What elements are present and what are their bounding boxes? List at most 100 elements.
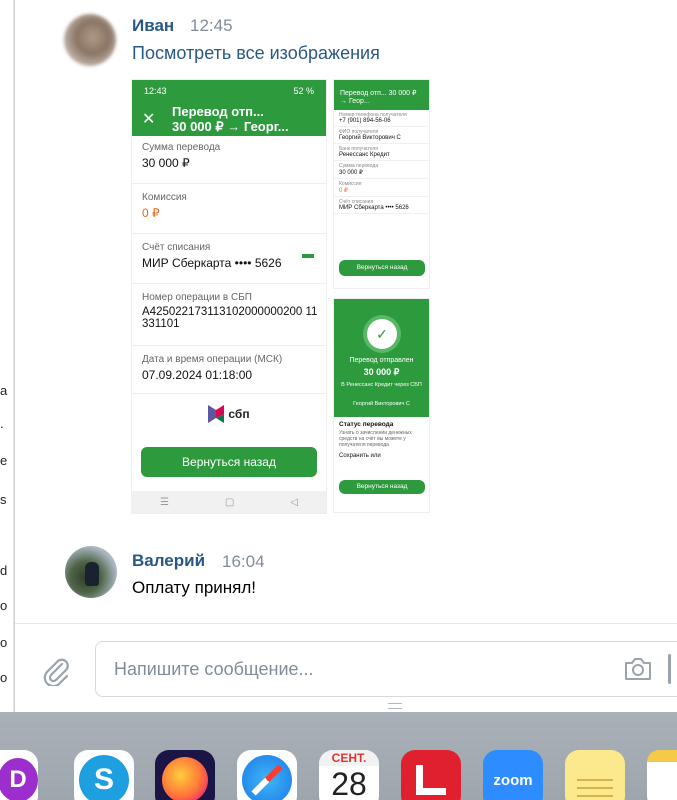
view-all-images-link[interactable]: Посмотреть все изображения [132,43,380,64]
message-time: 16:04 [222,552,265,571]
left-panel-strip: а . е s d о о о [0,0,14,712]
field-value: +7 (901) 894-56-06 [339,118,391,124]
strip-char: е [0,453,8,468]
save-label: Сохранить или [339,453,381,459]
transfer-field: ФИО получателя Георгий Викторович С [334,127,429,144]
red-app-icon[interactable] [401,750,461,800]
message-author[interactable]: Иван [132,16,174,36]
purple-d-icon: D [0,758,38,800]
home-icon: ▢ [224,496,235,508]
strip-char: а [0,383,8,398]
transfer-field: Сумма перевода 30 000 ₽ [132,136,326,184]
resize-handle[interactable] [388,703,402,709]
success-bank: В Ренессанс Кредит через СБП [341,382,422,388]
skype-icon[interactable]: S [74,750,134,800]
red-l-icon [416,765,446,795]
transfer-header: Перевод отп... 30 000 ₽ → Геор... [334,88,429,110]
calendar-month: СЕНТ. [319,750,379,766]
header-title: Перевод отп... [172,104,264,119]
zoom-label: zoom [493,771,533,789]
transfer-field: Номер телефона получателя +7 (901) 894-56… [334,110,429,127]
field-value: МИР Сберкарта •••• 5626 [142,256,282,270]
calendar-icon[interactable]: СЕНТ. 28 [319,750,379,800]
check-icon: ✓ [367,319,397,349]
field-label: Комиссия [142,192,187,203]
message-composer [95,641,677,697]
success-title: Перевод отправлен [349,357,414,364]
skype-glyph-icon: S [79,755,129,800]
status-text: Узнать о зачислении денежных средств на … [339,430,412,448]
zoom-icon[interactable]: zoom [483,750,543,800]
transfer-field: Комиссия 0 ₽ [334,179,429,197]
app-icon-purple[interactable]: D [0,750,38,800]
field-value: 07.09.2024 01:18:00 [142,368,253,382]
message-input[interactable] [114,656,594,682]
back-icon: ◁ [290,496,298,508]
notes-icon[interactable] [647,750,677,800]
phone-status-bar: 12:43 52 % [132,80,326,102]
field-value: 0 ₽ [142,206,160,220]
phone-nav-bar: ☰ ▢ ◁ [132,491,326,513]
strip-char: s [0,492,7,507]
transfer-field: Дата и время операции (МСК) 07.09.2024 0… [132,346,326,394]
strip-char: о [0,635,8,650]
transfer-field: Банк получателя Ренессанс Кредит [334,144,429,161]
back-button: Вернуться назад [141,447,317,477]
status-battery: 52 % [293,86,314,96]
field-label: Номер операции в СБП [142,292,252,303]
attached-image-2[interactable]: Перевод отп... 30 000 ₽ → Геор... Номер … [333,79,430,289]
success-panel: ✓ Перевод отправлен 30 000 ₽ В Ренессанс… [334,299,429,417]
status-section: Статус перевода Узнать о зачислении дене… [334,417,429,463]
chat-window: Иван 12:45 Посмотреть все изображения 12… [15,0,677,712]
status-time: 12:43 [144,86,167,96]
strip-char: d [0,563,8,578]
close-icon: ✕ [142,111,156,128]
success-amount: 30 000 ₽ [363,367,400,377]
firefox-glyph-icon [162,757,208,800]
avatar[interactable] [64,14,116,66]
field-label: Дата и время операции (МСК) [142,354,283,365]
stickies-icon[interactable] [565,750,625,800]
field-value: 30 000 ₽ [142,156,190,170]
transfer-field: Номер операции в СБП A425022173113102000… [132,284,326,346]
transfer-field: Комиссия 0 ₽ [132,184,326,234]
field-value: МИР Сберкарта •••• 5626 [339,205,409,211]
stickies-lines-icon [577,779,613,781]
field-value: 30 000 ₽ [339,170,363,176]
firefox-icon[interactable] [155,750,215,800]
notes-header-icon [647,750,677,762]
attached-image-3[interactable]: ✓ Перевод отправлен 30 000 ₽ В Ренессанс… [333,298,430,513]
strip-char: о [0,670,8,685]
sbp-logo: сбп [132,394,326,434]
calendar-day: 28 [331,766,367,800]
back-button: Вернуться назад [339,480,425,494]
header-subtitle: 30 000 ₽ → Георг... [172,119,289,134]
status-title: Статус перевода [339,421,394,428]
transfer-field: Счёт списания МИР Сберкарта •••• 5626 [334,197,429,214]
field-value: Георгий Викторович С [339,135,401,141]
safari-icon[interactable] [237,750,297,800]
attached-image-1[interactable]: 12:43 52 % ✕ Перевод отп... 30 000 ₽ → Г… [131,79,327,514]
avatar[interactable] [65,546,117,598]
strip-char: о [0,598,8,613]
message-time: 12:45 [190,16,233,35]
field-value: Ренессанс Кредит [339,152,390,158]
safari-compass-icon [242,755,292,800]
strip-char: . [0,416,4,431]
success-recipient: Георгий Викторович С [353,401,410,407]
back-button: Вернуться назад [339,260,425,276]
mir-card-icon [302,254,314,258]
microphone-icon[interactable] [668,654,671,684]
sbp-icon [208,405,225,423]
field-value: A425022173113102000000200 11331101 [142,306,318,330]
message-text: Оплату принял! [132,578,257,597]
camera-icon[interactable] [623,656,653,682]
paperclip-icon[interactable] [40,654,70,686]
sbp-label: сбп [228,407,250,421]
field-value: 0 ₽ [339,188,348,194]
menu-icon: ☰ [159,496,169,508]
message-author[interactable]: Валерий [132,551,205,571]
field-label: Сумма перевода [142,142,221,153]
transfer-field: Сумма перевода 30 000 ₽ [334,161,429,179]
field-label: Счёт списания [142,242,211,253]
